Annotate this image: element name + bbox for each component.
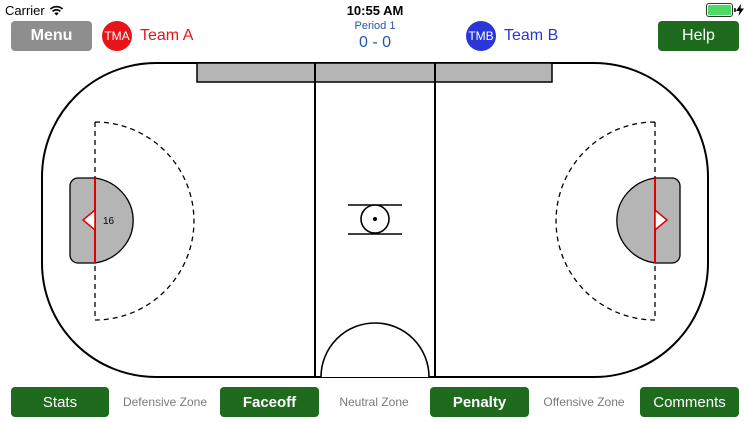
center-faceoff-dot <box>373 217 377 221</box>
neutral-zone-label: Neutral Zone <box>339 395 409 409</box>
stats-button[interactable]: Stats <box>11 387 109 417</box>
rink-diagram[interactable]: 16 <box>0 0 750 422</box>
bench-right <box>434 62 553 83</box>
comments-button[interactable]: Comments <box>640 387 739 417</box>
app-screen: Carrier 10:55 AM Menu TMA Team A Period … <box>0 0 750 422</box>
bench-left <box>196 62 316 83</box>
player-marker[interactable]: 16 <box>103 216 115 227</box>
defensive-zone-label: Defensive Zone <box>122 395 208 409</box>
faceoff-button[interactable]: Faceoff <box>220 387 319 417</box>
penalty-button[interactable]: Penalty <box>430 387 529 417</box>
bench-center <box>314 62 436 83</box>
offensive-zone-label: Offensive Zone <box>543 395 625 409</box>
